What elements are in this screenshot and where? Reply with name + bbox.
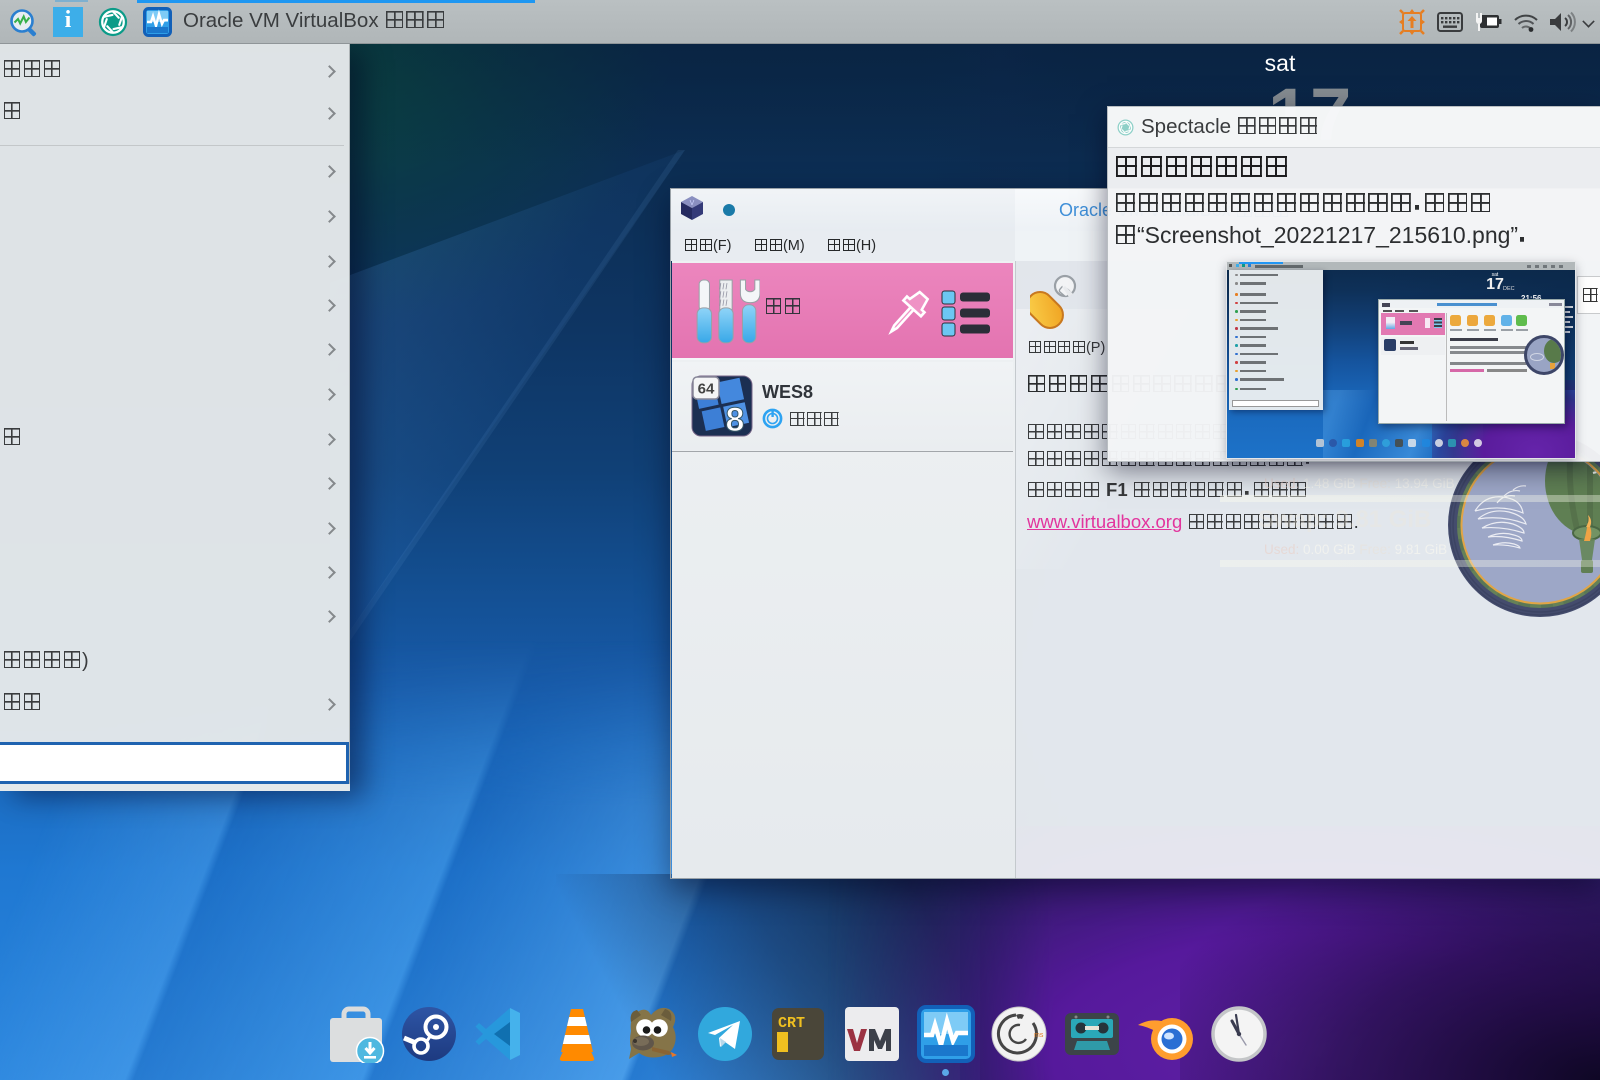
svg-text:V: V bbox=[690, 200, 695, 207]
svg-text:CRT: CRT bbox=[778, 1015, 805, 1032]
svg-text:ms: ms bbox=[1034, 1032, 1044, 1039]
svg-text:64: 64 bbox=[698, 381, 715, 398]
svg-text:8: 8 bbox=[726, 401, 745, 437]
